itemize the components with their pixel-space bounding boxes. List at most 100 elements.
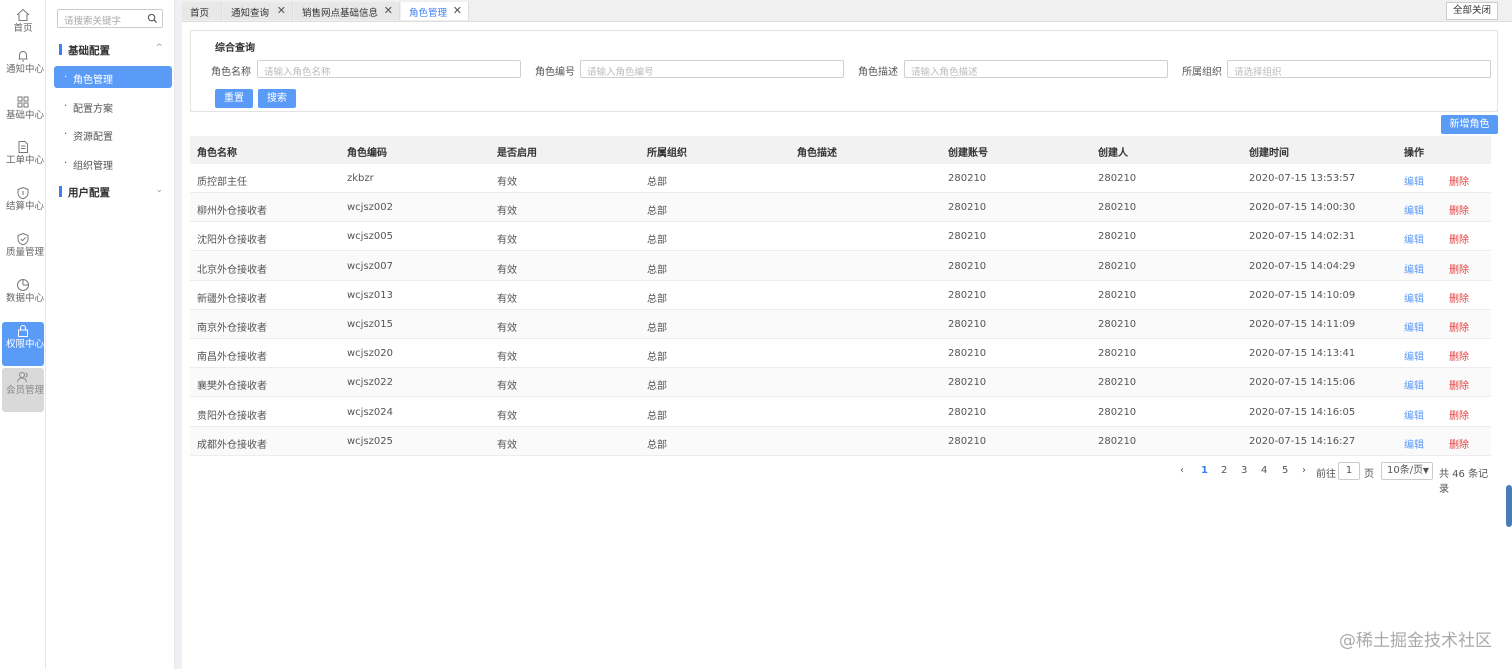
page-button-4[interactable]: 4 xyxy=(1261,465,1267,476)
column-header: 角色名称 xyxy=(197,148,237,159)
tab-home[interactable]: 首页 xyxy=(182,2,222,20)
menu-item-role-management[interactable]: · 角色管理 xyxy=(54,66,172,88)
menu-item-config-plan[interactable]: · 配置方案 xyxy=(54,95,172,117)
next-page-button[interactable]: › xyxy=(1302,465,1306,476)
role-code-input[interactable]: 请输入角色编号 xyxy=(580,60,844,78)
menu-group-label: 基础配置 xyxy=(68,45,110,57)
role-name-input[interactable]: 请输入角色名称 xyxy=(257,60,521,78)
menu-item-resource-config[interactable]: · 资源配置 xyxy=(54,123,172,145)
rail-label: 数据中心 xyxy=(6,293,45,304)
page-button-1[interactable]: 1 xyxy=(1201,465,1208,476)
page-button-2[interactable]: 2 xyxy=(1221,465,1227,476)
cell-account: 280210 xyxy=(948,231,987,243)
cell-role-code: wcjsz024 xyxy=(347,406,394,418)
menu-item-label: 组织管理 xyxy=(73,161,113,172)
rail-item-permission[interactable]: 权限中心 xyxy=(2,322,44,366)
cell-role-name: 南昌外仓接收者 xyxy=(197,352,267,364)
reset-button[interactable]: 重置 xyxy=(215,89,253,108)
cell-role-code: wcjsz015 xyxy=(347,319,394,330)
menu-search-input[interactable]: 请搜索关键字 xyxy=(57,9,163,28)
delete-button[interactable]: 删除 xyxy=(1449,407,1469,422)
bullet-icon: · xyxy=(64,72,68,83)
cell-role-name: 襄樊外仓接收者 xyxy=(197,381,267,393)
table-row: 南昌外仓接收者 wcjsz020 有效 总部 280210 280210 2020-07-1… xyxy=(190,339,1491,369)
cell-created-time: 2020-07-15 14:11:09 xyxy=(1249,319,1356,330)
menu-item-label: 资源配置 xyxy=(73,132,113,143)
column-header: 角色描述 xyxy=(797,148,837,159)
page-size-select[interactable]: 10条/页 ▼ xyxy=(1381,462,1433,480)
edit-button[interactable]: 编辑 xyxy=(1404,173,1424,188)
delete-button[interactable]: 删除 xyxy=(1449,319,1469,334)
delete-button[interactable]: 删除 xyxy=(1449,436,1469,451)
cell-role-code: wcjsz002 xyxy=(347,202,394,214)
tab-label: 首页 xyxy=(190,8,210,19)
goto-label: 前往 xyxy=(1316,469,1336,480)
prev-page-button[interactable]: ‹ xyxy=(1180,465,1184,476)
page-button-3[interactable]: 3 xyxy=(1241,465,1247,476)
edit-button[interactable]: 编辑 xyxy=(1404,261,1424,276)
add-role-button[interactable]: 新增角色 xyxy=(1441,115,1498,134)
edit-button[interactable]: 编辑 xyxy=(1404,377,1424,392)
tab-sales-outlet[interactable]: 销售网点基础信息 ✕ xyxy=(294,2,400,20)
delete-button[interactable]: 删除 xyxy=(1449,377,1469,392)
edit-button[interactable]: 编辑 xyxy=(1404,348,1424,363)
cell-creator: 280210 xyxy=(1098,406,1137,418)
close-all-button[interactable]: 全部关闭 xyxy=(1446,2,1498,20)
cell-created-time: 2020-07-15 14:00:30 xyxy=(1249,202,1356,214)
cell-enabled: 有效 xyxy=(497,439,517,451)
goto-page-input[interactable]: 1 xyxy=(1338,462,1360,480)
cell-role-name: 新疆外仓接收者 xyxy=(197,293,267,305)
edit-button[interactable]: 编辑 xyxy=(1404,231,1424,246)
close-icon[interactable]: ✕ xyxy=(384,4,393,17)
delete-button[interactable]: 删除 xyxy=(1449,231,1469,246)
role-desc-input[interactable]: 请输入角色描述 xyxy=(904,60,1168,78)
delete-button[interactable]: 删除 xyxy=(1449,173,1469,188)
tab-label: 通知查询 xyxy=(231,8,270,19)
menu-group-user-config[interactable]: 用户配置 ⌄ xyxy=(53,182,169,202)
cell-org: 总部 xyxy=(647,439,667,451)
cell-created-time: 2020-07-15 14:10:09 xyxy=(1249,289,1356,301)
org-label: 所属组织 xyxy=(1182,67,1222,78)
scrollbar-thumb[interactable] xyxy=(1506,485,1512,527)
rail-item-notice[interactable]: 通知中心 xyxy=(2,47,44,91)
search-button[interactable]: 搜索 xyxy=(258,89,296,108)
edit-button[interactable]: 编辑 xyxy=(1404,436,1424,451)
rail-item-home[interactable]: 首页 xyxy=(2,6,44,50)
close-icon[interactable]: ✕ xyxy=(277,4,286,17)
rail-item-data[interactable]: 数据中心 xyxy=(2,276,44,320)
cell-account: 280210 xyxy=(948,348,987,360)
delete-button[interactable]: 删除 xyxy=(1449,202,1469,217)
cell-creator: 280210 xyxy=(1098,260,1137,272)
rail-item-settlement[interactable]: 结算中心 xyxy=(2,184,44,228)
menu-group-base-config[interactable]: 基础配置 ^ xyxy=(53,40,169,60)
delete-button[interactable]: 删除 xyxy=(1449,261,1469,276)
rail-item-workorder[interactable]: 工单中心 xyxy=(2,138,44,182)
page-button-5[interactable]: 5 xyxy=(1282,465,1288,476)
tab-notice-query[interactable]: 通知查询 ✕ xyxy=(223,2,293,20)
rail-label: 基础中心 xyxy=(6,110,45,121)
query-panel: 综合查询 角色名称 请输入角色名称 角色编号 请输入角色编号 角色描述 请输入角… xyxy=(190,30,1498,112)
cell-created-time: 2020-07-15 13:53:57 xyxy=(1249,173,1356,184)
column-header: 创建人 xyxy=(1098,148,1128,159)
rail-item-member[interactable]: 会员管理 xyxy=(2,368,44,412)
cell-org: 总部 xyxy=(647,293,667,305)
cell-enabled: 有效 xyxy=(497,381,517,393)
menu-item-org-management[interactable]: · 组织管理 xyxy=(54,152,172,174)
cell-role-code: wcjsz007 xyxy=(347,260,394,272)
delete-button[interactable]: 删除 xyxy=(1449,290,1469,305)
edit-button[interactable]: 编辑 xyxy=(1404,319,1424,334)
close-icon[interactable]: ✕ xyxy=(453,4,462,17)
cell-created-time: 2020-07-15 14:04:29 xyxy=(1249,260,1356,272)
column-header: 操作 xyxy=(1404,148,1424,159)
tab-label: 角色管理 xyxy=(409,8,448,19)
edit-button[interactable]: 编辑 xyxy=(1404,407,1424,422)
tab-role-management[interactable]: 角色管理 ✕ xyxy=(401,2,469,20)
rail-item-quality[interactable]: 质量管理 xyxy=(2,230,44,274)
column-header: 创建账号 xyxy=(948,148,988,159)
org-select[interactable]: 请选择组织 xyxy=(1227,60,1491,78)
delete-button[interactable]: 删除 xyxy=(1449,348,1469,363)
search-icon[interactable] xyxy=(147,13,158,24)
rail-item-base[interactable]: 基础中心 xyxy=(2,93,44,137)
edit-button[interactable]: 编辑 xyxy=(1404,202,1424,217)
edit-button[interactable]: 编辑 xyxy=(1404,290,1424,305)
